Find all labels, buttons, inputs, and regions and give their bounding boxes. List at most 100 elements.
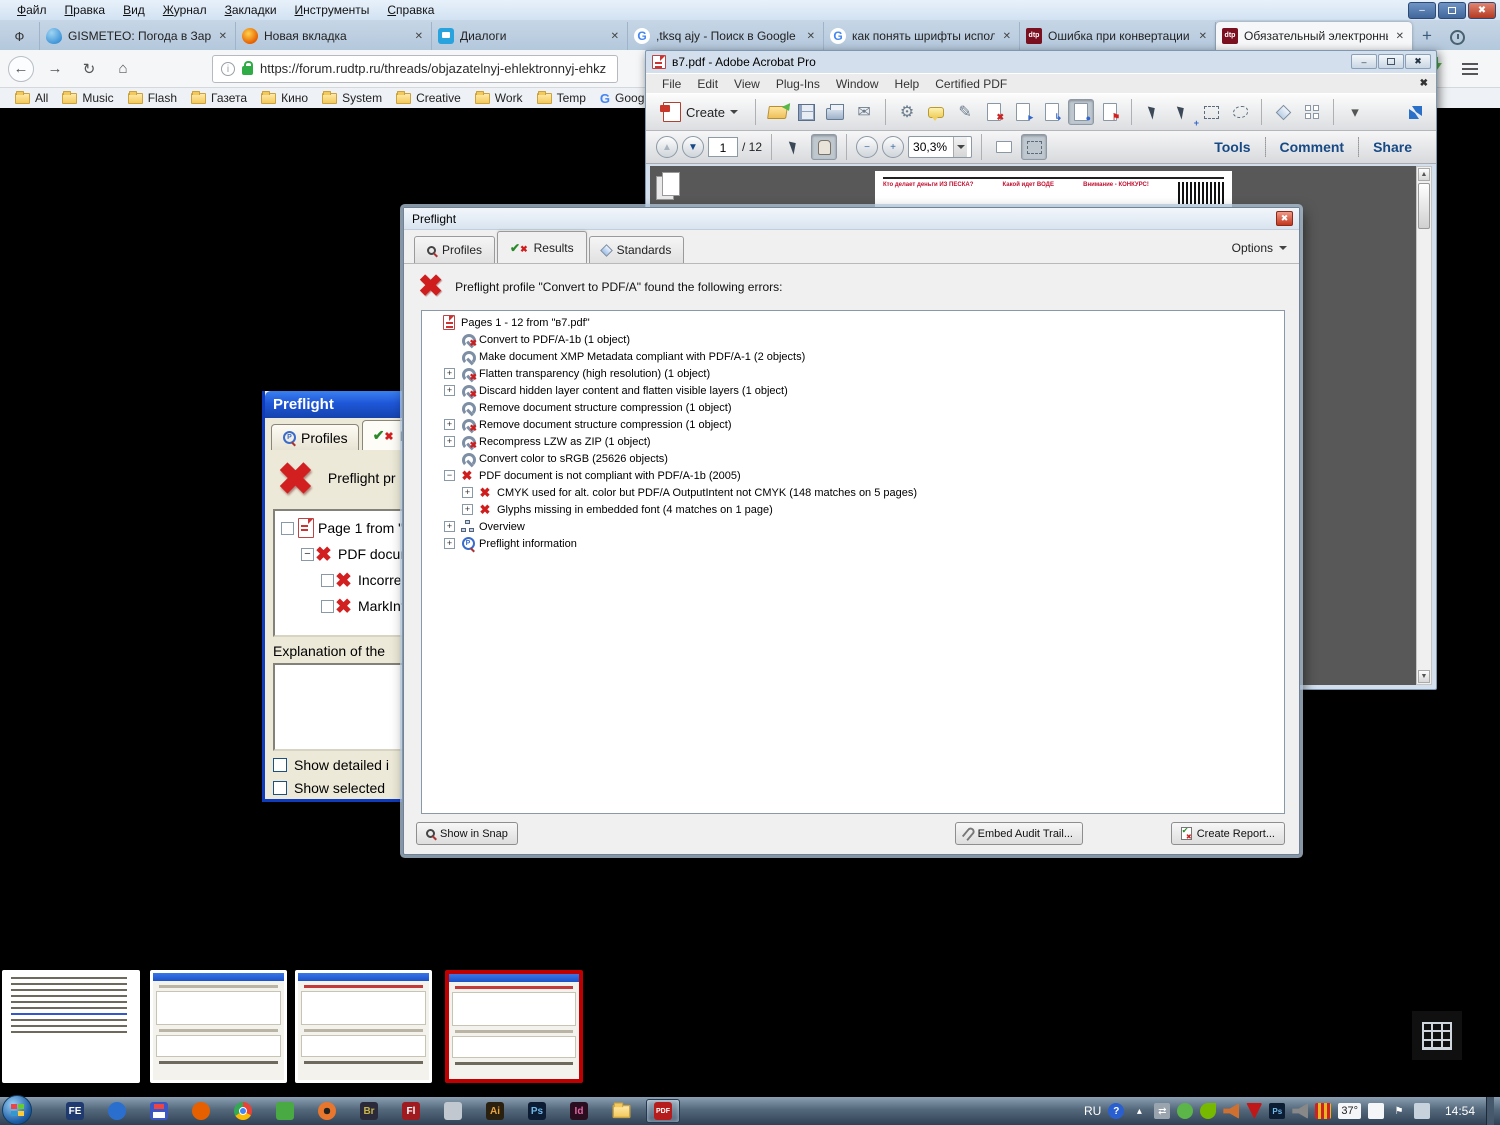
expand-plus-icon[interactable]: +: [444, 419, 455, 430]
gallery-grid-button[interactable]: [1412, 1011, 1462, 1060]
save-icon[interactable]: [793, 99, 819, 125]
page-info-icon[interactable]: i: [221, 61, 235, 76]
tab-close-icon[interactable]: ✕: [413, 31, 425, 42]
create-button[interactable]: Create: [654, 99, 747, 125]
expand-minus-icon[interactable]: −: [444, 470, 455, 481]
zoom-in-button[interactable]: +: [882, 136, 905, 158]
extract-pages-icon[interactable]: ▸: [1010, 99, 1036, 125]
tile-pages-icon[interactable]: [1299, 99, 1325, 125]
back-button[interactable]: ←: [8, 55, 34, 82]
acrobat-menu-Edit[interactable]: Edit: [689, 76, 726, 92]
print-icon[interactable]: [822, 99, 848, 125]
results-tree[interactable]: Pages 1 - 12 from "в7.pdf" ✖ Convert to PD…: [421, 310, 1285, 814]
email-icon[interactable]: ✉: [851, 99, 877, 125]
commander-button[interactable]: [142, 1099, 176, 1123]
tree-item[interactable]: + Preflight information: [422, 535, 1284, 552]
acrobat-minimize-button[interactable]: –: [1351, 54, 1377, 69]
tab-close-icon[interactable]: ✕: [805, 31, 817, 42]
weather-temp[interactable]: 37°: [1338, 1103, 1361, 1119]
tab-close-icon[interactable]: ✕: [1001, 31, 1013, 42]
tree-item[interactable]: ✖ Incorrec: [279, 567, 402, 593]
tray-expand-icon[interactable]: ▴: [1131, 1103, 1147, 1119]
bookmark-System[interactable]: System: [315, 90, 389, 106]
xp-tab-profiles[interactable]: Profiles: [271, 424, 359, 450]
chrome-button[interactable]: [226, 1099, 260, 1123]
bridge-button[interactable]: Br: [352, 1099, 386, 1123]
hand-tool-icon[interactable]: [811, 134, 838, 160]
expand-plus-icon[interactable]: +: [462, 487, 473, 498]
photoshop-button[interactable]: Ps: [520, 1099, 554, 1123]
indesign-button[interactable]: Id: [562, 1099, 596, 1123]
xp-checkbox-detailed[interactable]: Show detailed i: [273, 757, 389, 773]
mail-app-button[interactable]: [100, 1099, 134, 1123]
scroll-up-icon[interactable]: ▲: [1418, 168, 1430, 181]
scheduler-icon[interactable]: [1315, 1103, 1332, 1119]
history-clock-icon[interactable]: [1444, 24, 1470, 50]
checkbox-icon[interactable]: [273, 758, 287, 772]
expand-minus-icon[interactable]: −: [301, 547, 314, 561]
gear-icon[interactable]: ⚙: [894, 99, 920, 125]
tree-item[interactable]: Page 1 from "2: [279, 515, 402, 541]
language-indicator[interactable]: RU: [1084, 1104, 1101, 1118]
bookmark-All[interactable]: All: [8, 90, 55, 106]
acrobat-menu-Window[interactable]: Window: [828, 76, 887, 92]
abbyy-button[interactable]: [268, 1099, 302, 1123]
nvidia-icon[interactable]: [1200, 1103, 1217, 1119]
browser-tab[interactable]: Новая вкладка ✕: [236, 22, 432, 50]
edit-text-icon[interactable]: ✎: [952, 99, 978, 125]
scroll-down-icon[interactable]: ▼: [1418, 670, 1430, 683]
restore-button[interactable]: [1438, 1, 1466, 19]
tab-close-icon[interactable]: ✕: [1197, 31, 1209, 42]
menu-hamburger-icon[interactable]: [1462, 62, 1478, 75]
home-button[interactable]: ⌂: [110, 56, 136, 82]
navigate-icon[interactable]: [1270, 99, 1296, 125]
antivirus-icon[interactable]: [1246, 1103, 1263, 1119]
gallery-thumbnail[interactable]: [445, 970, 583, 1083]
menubar-item-Инструменты[interactable]: Инструменты: [286, 2, 379, 18]
select-tool-icon[interactable]: [781, 134, 807, 160]
bookmark-Music[interactable]: Music: [55, 90, 120, 106]
xp-titlebar[interactable]: Preflight: [265, 391, 402, 418]
preflight-tab-Profiles[interactable]: Profiles: [414, 236, 496, 263]
tree-item[interactable]: + ✖ Glyphs missing in embedded font (4 mat…: [422, 501, 1284, 518]
document-scrollbar[interactable]: ▲ ▼: [1416, 166, 1432, 685]
faststone-button[interactable]: FE: [58, 1099, 92, 1123]
checkbox-icon[interactable]: [273, 781, 287, 795]
tree-item[interactable]: Make document XMP Metadata compliant wit…: [422, 348, 1284, 365]
minimize-button[interactable]: –: [1408, 1, 1436, 19]
acrobat-menu-Certified PDF[interactable]: Certified PDF: [927, 76, 1015, 92]
browser-tab[interactable]: dtp Ошибка при конвертации в ✕: [1020, 22, 1216, 50]
folder-open-icon[interactable]: [764, 99, 790, 125]
acrobat-menu-File[interactable]: File: [654, 76, 689, 92]
fit-page-icon[interactable]: [1021, 134, 1048, 160]
acrobat-docclose-icon[interactable]: ✖: [1420, 78, 1428, 89]
expand-plus-icon[interactable]: +: [444, 436, 455, 447]
acrobat-menu-View[interactable]: View: [726, 76, 768, 92]
tree-item[interactable]: Pages 1 - 12 from "в7.pdf": [422, 314, 1284, 331]
menubar-item-Вид[interactable]: Вид: [114, 2, 154, 18]
fit-width-icon[interactable]: [991, 134, 1017, 160]
bookmark-Газета[interactable]: Газета: [184, 90, 254, 106]
browser-tab[interactable]: GISMETEO: Погода в Зарин ✕: [40, 22, 236, 50]
tree-item[interactable]: − ✖ PDF document is not compliant with PDF…: [422, 467, 1284, 484]
preflight-tab-Results[interactable]: ✔✖ Results: [497, 231, 587, 263]
messenger-icon[interactable]: [1177, 1103, 1194, 1119]
select-object-icon[interactable]: +: [1169, 99, 1199, 128]
zoom-out-button[interactable]: −: [856, 136, 879, 158]
menubar-item-Журнал[interactable]: Журнал: [154, 2, 216, 18]
expand-plus-icon[interactable]: +: [462, 504, 473, 515]
expand-plus-icon[interactable]: +: [444, 538, 455, 549]
options-dropdown[interactable]: Options: [1232, 241, 1287, 255]
page-number-input[interactable]: 1: [708, 137, 738, 157]
tree-item[interactable]: + ✖ Flatten transparency (high resolution)…: [422, 365, 1284, 382]
bookmark-Flash[interactable]: Flash: [121, 90, 184, 106]
menubar-item-Правка[interactable]: Правка: [56, 2, 115, 18]
bookmark-Кино[interactable]: Кино: [254, 90, 315, 106]
show-in-snap-button[interactable]: Show in Snap: [416, 822, 518, 845]
tree-item[interactable]: ✖ Convert to PDF/A-1b (1 object): [422, 331, 1284, 348]
gallery-thumbnail[interactable]: [295, 970, 432, 1083]
panel-button-Comment[interactable]: Comment: [1266, 139, 1359, 155]
firefox-button[interactable]: [184, 1099, 218, 1123]
tab-close-icon[interactable]: ✕: [609, 31, 621, 42]
browser-tab[interactable]: Диалоги ✕: [432, 22, 628, 50]
